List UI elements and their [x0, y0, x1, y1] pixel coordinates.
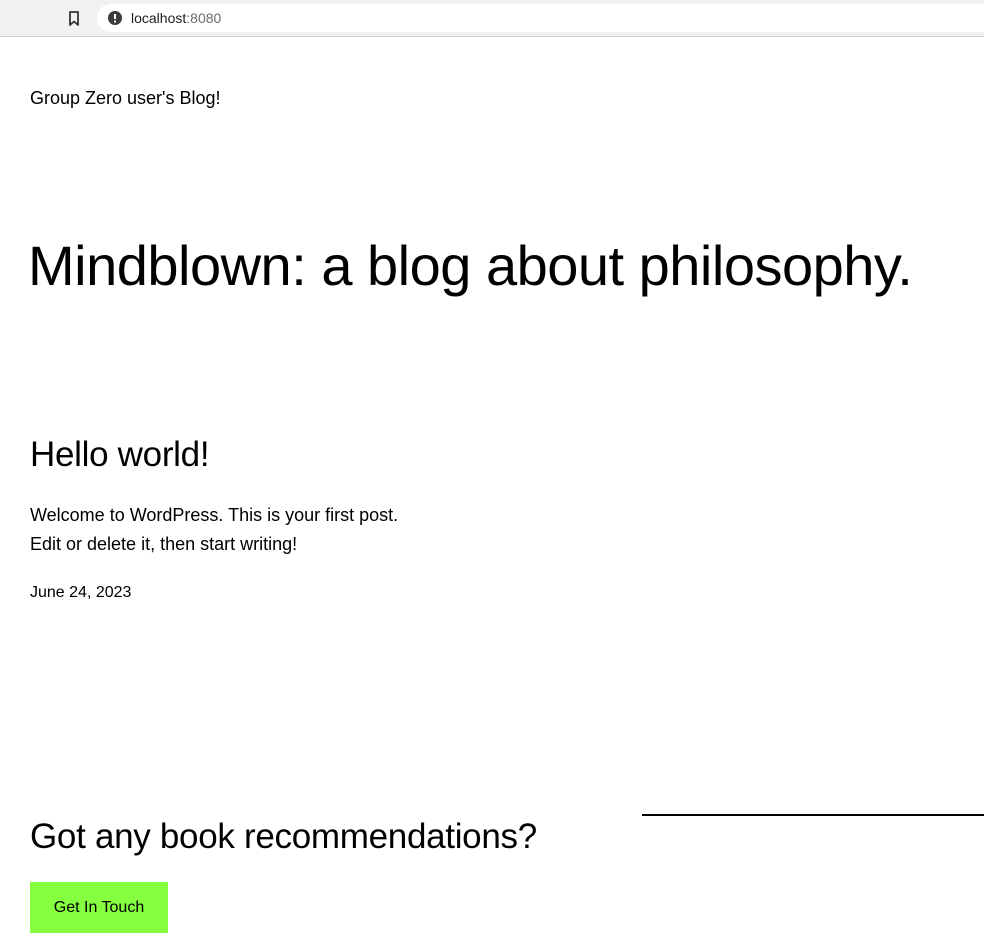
- separator-line: [642, 814, 984, 816]
- address-bar[interactable]: localhost:8080: [97, 4, 984, 32]
- page-content: Group Zero user's Blog! Mindblown: a blo…: [0, 37, 984, 950]
- get-in-touch-button[interactable]: Get In Touch: [30, 882, 168, 933]
- post-excerpt: Welcome to WordPress. This is your first…: [30, 505, 399, 554]
- url-host: localhost: [131, 10, 187, 26]
- url-text[interactable]: localhost:8080: [131, 10, 221, 26]
- site-title[interactable]: Group Zero user's Blog!: [30, 87, 221, 109]
- browser-toolbar: localhost:8080: [0, 0, 984, 37]
- post-title[interactable]: Hello world!: [30, 434, 210, 476]
- url-port: :8080: [186, 10, 222, 26]
- info-icon[interactable]: [108, 11, 122, 25]
- site-tagline: Mindblown: a blog about philosophy.: [28, 234, 913, 297]
- bookmark-icon[interactable]: [67, 10, 81, 27]
- post-date[interactable]: June 24, 2023: [30, 583, 131, 603]
- cta-heading: Got any book recommendations?: [30, 817, 537, 856]
